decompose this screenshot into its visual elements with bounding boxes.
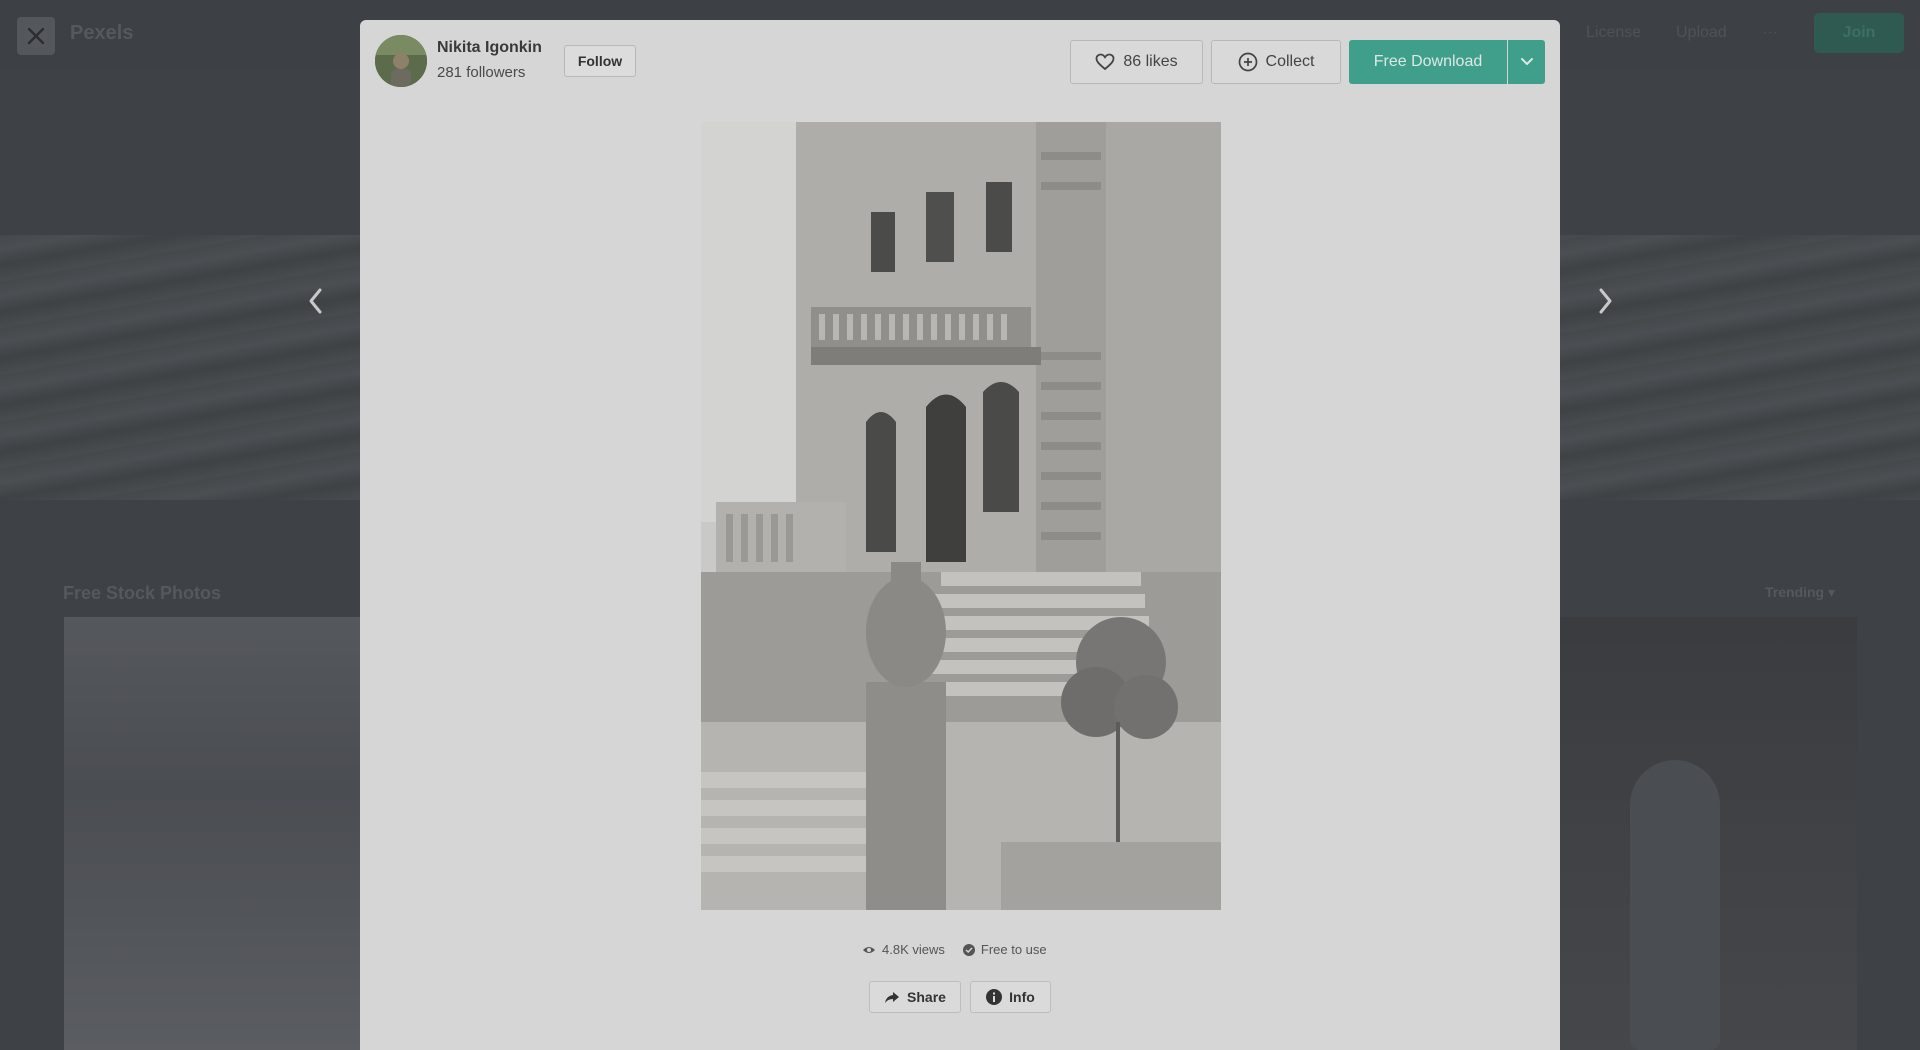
share-arrow-icon: [885, 991, 900, 1003]
nav-upload[interactable]: Upload: [1676, 24, 1727, 42]
eye-icon: [863, 946, 875, 953]
site-logo: Pexels: [70, 22, 134, 44]
nav-license[interactable]: License: [1586, 24, 1641, 42]
main-photo[interactable]: [701, 122, 1221, 910]
share-button[interactable]: Share: [869, 981, 961, 1013]
close-icon: [27, 27, 45, 45]
free-download-button[interactable]: Free Download: [1349, 40, 1507, 84]
check-circle-icon: [962, 943, 975, 956]
share-label: Share: [907, 989, 946, 1005]
info-icon: [986, 989, 1003, 1005]
chevron-left-icon: [309, 288, 322, 314]
license-stat[interactable]: Free to use: [962, 942, 1047, 957]
info-label: Info: [1009, 989, 1035, 1005]
avatar-image: [375, 35, 427, 87]
photo-stats: 4.8K views Free to use: [862, 942, 1047, 957]
building-photo: [701, 122, 1221, 910]
photo-subject: [1630, 760, 1720, 1050]
join-button[interactable]: Join: [1814, 13, 1904, 53]
author-followers: 281 followers: [437, 64, 526, 81]
author-name[interactable]: Nikita Igonkin: [437, 39, 542, 57]
follow-button[interactable]: Follow: [564, 45, 636, 77]
info-button[interactable]: Info: [970, 981, 1051, 1013]
views-stat: 4.8K views: [862, 942, 945, 957]
plus-circle-icon: [1238, 52, 1257, 72]
grid-photo[interactable]: [1560, 617, 1857, 1050]
photo-modal: Nikita Igonkin 281 followers Follow 86 l…: [360, 20, 1560, 1050]
collect-button[interactable]: Collect: [1211, 40, 1341, 84]
nav-more[interactable]: ···: [1762, 24, 1778, 42]
grid-photo[interactable]: [64, 617, 364, 1050]
sort-dropdown[interactable]: Trending ▾: [1765, 584, 1835, 601]
chevron-down-icon: [1520, 58, 1533, 65]
download-options-button[interactable]: [1508, 40, 1545, 84]
likes-label: 86 likes: [1123, 53, 1178, 70]
like-button[interactable]: 86 likes: [1070, 40, 1203, 84]
chevron-right-icon: [1599, 288, 1612, 314]
next-photo-button[interactable]: [1591, 284, 1621, 318]
views-count: 4.8K views: [882, 942, 945, 957]
heart-icon: [1095, 53, 1115, 71]
previous-photo-button[interactable]: [300, 284, 330, 318]
author-avatar[interactable]: [375, 35, 427, 87]
license-label: Free to use: [980, 942, 1047, 957]
section-title: Free Stock Photos: [63, 583, 222, 603]
close-button[interactable]: [17, 17, 55, 55]
collect-label: Collect: [1265, 53, 1315, 70]
